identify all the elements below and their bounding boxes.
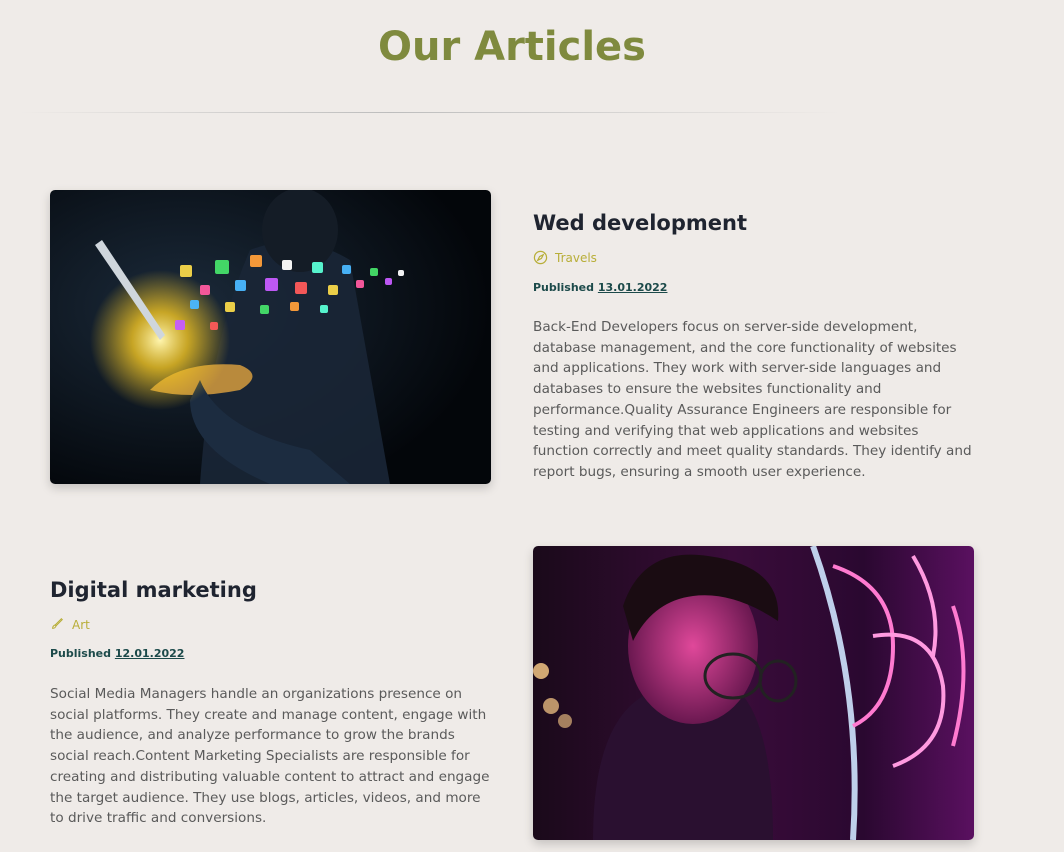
published-label: Published <box>533 281 595 294</box>
article-published: Published 12.01.2022 <box>50 647 184 660</box>
published-date-link[interactable]: 12.01.2022 <box>115 647 185 660</box>
article-category-label: Travels <box>555 250 597 265</box>
page-title: Our Articles <box>377 24 646 70</box>
article-image-digital-marketing[interactable] <box>533 546 974 840</box>
compass-icon <box>533 250 548 265</box>
article-title[interactable]: Digital marketing <box>50 578 257 602</box>
article-category[interactable]: Art <box>50 617 90 632</box>
brush-icon <box>50 617 65 632</box>
article-published: Published 13.01.2022 <box>533 281 667 294</box>
article-category-label: Art <box>72 617 90 632</box>
article-image-web-development[interactable] <box>50 190 491 484</box>
article-category[interactable]: Travels <box>533 250 597 265</box>
published-date-link[interactable]: 13.01.2022 <box>598 281 668 294</box>
article-body: Social Media Managers handle an organiza… <box>50 686 490 827</box>
published-label: Published <box>50 647 112 660</box>
article-body: Back-End Developers focus on server-side… <box>533 319 972 480</box>
title-divider <box>20 112 840 113</box>
article-title[interactable]: Wed development <box>533 211 747 235</box>
